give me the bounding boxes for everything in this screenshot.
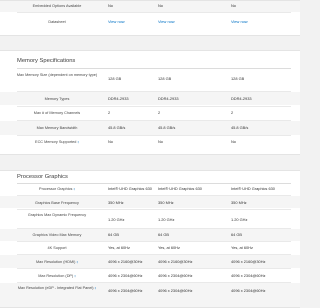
memory-specifications-panel: Memory Specifications Max Memory Size (d… — [0, 50, 300, 155]
top-spec-panel: Embedded Options Available No No No Data… — [0, 0, 300, 36]
spec-value: 4096 x 2160@30Hz — [231, 259, 266, 264]
row-divider — [17, 135, 291, 136]
spec-value: Yes, at 60Hz — [158, 245, 180, 250]
spec-value: 4096 x 2304@60Hz — [158, 288, 193, 293]
spec-label: Max Resolution (DP)‡ — [14, 274, 100, 279]
spec-value: No — [231, 3, 236, 8]
spec-value: Intel® UHD Graphics 630 — [158, 186, 202, 191]
spec-value: DDR4-2933 — [158, 96, 179, 101]
spec-value: 4096 x 2304@60Hz — [158, 273, 193, 278]
spec-value: No — [158, 139, 163, 144]
spec-label-text: ECC Memory Supported — [35, 140, 77, 144]
row-divider — [17, 209, 291, 210]
spec-value: No — [231, 139, 236, 144]
spec-value: No — [158, 3, 163, 8]
footnote-marker[interactable]: ‡ — [76, 260, 78, 264]
section-divider — [17, 68, 291, 69]
footnote-marker[interactable]: ‡ — [74, 274, 76, 278]
footnote-marker[interactable]: ‡ — [77, 140, 79, 144]
spec-value: 2 — [158, 110, 161, 115]
spec-value: 64 GB — [231, 232, 243, 237]
spec-value: 45.8 GB/s — [158, 125, 176, 130]
spec-value: 4096 x 2160@30Hz — [158, 259, 193, 264]
spec-value: 2 — [231, 110, 234, 115]
spec-value: Intel® UHD Graphics 630 — [231, 186, 275, 191]
spec-label: Memory Types — [44, 97, 70, 101]
row-divider — [17, 241, 291, 242]
section-title: Processor Graphics — [17, 174, 68, 180]
spec-value: DDR4-2933 — [231, 96, 252, 101]
spec-label: Max Memory Size (dependent on memory typ… — [16, 73, 98, 77]
spec-label: Processor Graphics‡ — [14, 187, 100, 192]
footnote-marker[interactable]: ‡ — [95, 286, 97, 290]
footnote-marker[interactable]: ‡ — [73, 187, 75, 191]
spec-label-text: Processor Graphics — [39, 187, 73, 191]
spec-value: Yes, at 60Hz — [231, 245, 253, 250]
spec-label: Embedded Options Available — [32, 4, 82, 8]
spec-value: 4096 x 2304@60Hz — [231, 273, 266, 278]
spec-value: 64 GB — [158, 232, 170, 237]
spec-label: ECC Memory Supported‡ — [14, 140, 100, 145]
row-divider — [17, 12, 291, 13]
spec-value: 350 MHz — [158, 200, 174, 205]
spec-value: 4096 x 2304@60Hz — [231, 288, 266, 293]
spec-label: Max Memory Bandwidth — [36, 126, 78, 130]
spec-label: Datasheet — [48, 20, 66, 24]
spec-value: 128 GB — [231, 76, 245, 81]
spec-label-text: Max Resolution (HDMI) — [35, 260, 76, 264]
spec-label: Graphics Max Dynamic Frequency — [27, 213, 87, 217]
datasheet-view-now-link[interactable]: View now — [231, 19, 293, 25]
spec-value: 128 GB — [158, 76, 172, 81]
spec-label: Max Resolution (eDP - Integrated Flat Pa… — [14, 286, 100, 291]
spec-label: Graphics Base Frequency — [35, 201, 79, 205]
spec-label: Max # of Memory Channels — [33, 111, 81, 115]
section-title: Memory Specifications — [17, 58, 76, 64]
spec-value: 1.20 GHz — [231, 217, 248, 222]
spec-value: 1.20 GHz — [158, 217, 175, 222]
spec-label: 4K Support — [47, 246, 67, 250]
spec-label-text: Max Resolution (eDP - Integrated Flat Pa… — [17, 286, 94, 290]
spec-value: 350 MHz — [231, 200, 247, 205]
spec-label-text: Max Resolution (DP) — [38, 274, 74, 278]
spec-label: Graphics Video Max Memory — [32, 233, 82, 237]
processor-graphics-panel: Processor Graphics Processor Graphics‡ I… — [0, 170, 300, 308]
row-divider — [17, 268, 291, 269]
row-divider — [17, 106, 291, 107]
section-divider — [17, 183, 291, 184]
datasheet-view-now-link[interactable]: View now — [158, 19, 220, 25]
spec-value: 45.8 GB/s — [231, 125, 249, 130]
spec-label: Max Resolution (HDMI)‡ — [14, 260, 100, 265]
